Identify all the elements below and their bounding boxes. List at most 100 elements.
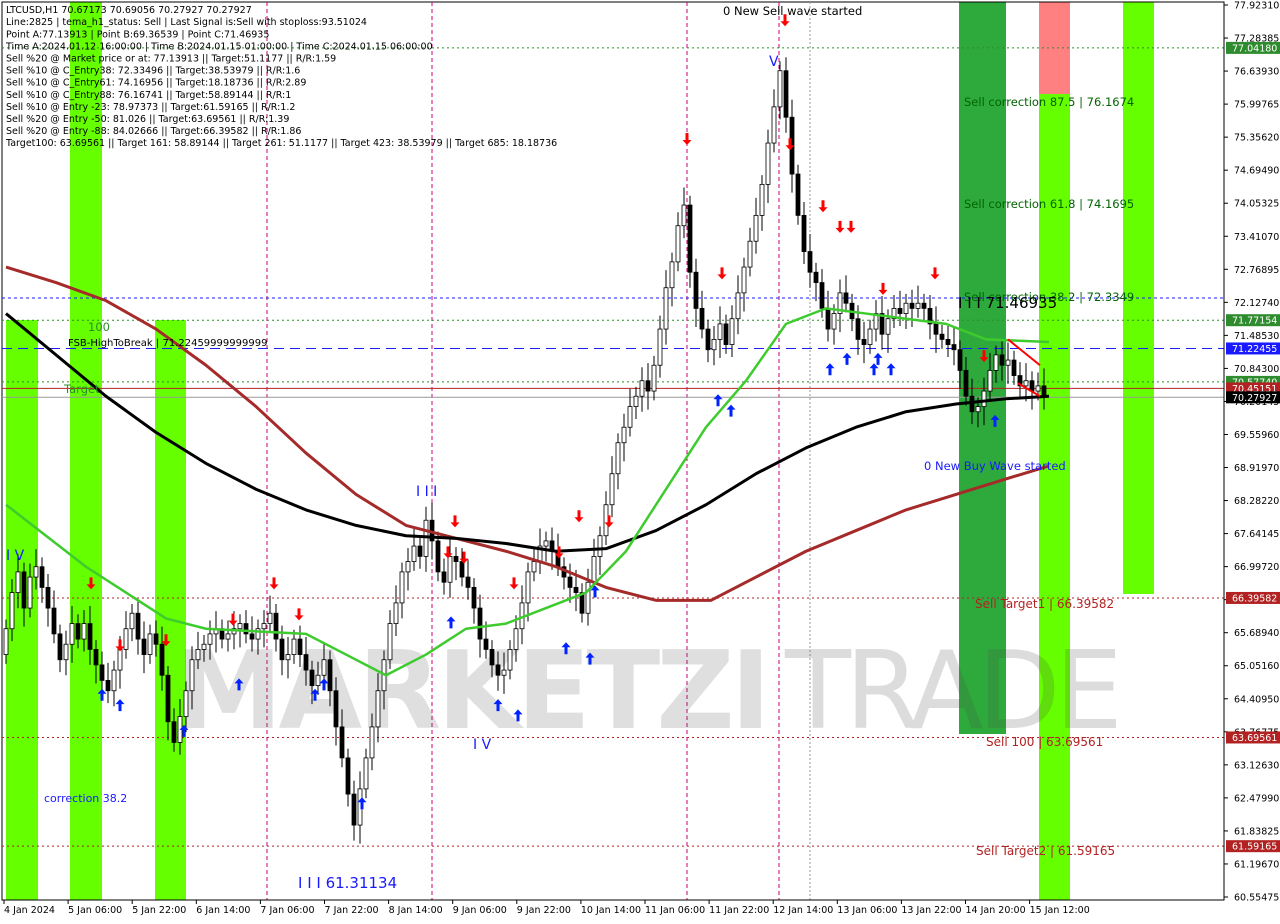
candle-body — [669, 261, 675, 289]
candle-body — [351, 793, 357, 826]
green-zone-3 — [155, 320, 186, 900]
x-tick-label: 12 Jan 14:00 — [773, 905, 833, 916]
sell-arrow-10 — [509, 577, 519, 590]
price-badge-label: 71.77154 — [1232, 316, 1277, 327]
y-tick-label: 77.92310 — [1234, 1, 1279, 12]
price-badge-label: 71.22455 — [1232, 344, 1277, 355]
candle-body — [315, 674, 321, 686]
y-tick-label: 72.76895 — [1234, 265, 1279, 276]
candle-body — [861, 338, 867, 345]
info-line-1: Line:2825 | tema_h1_status: Sell | Last … — [6, 17, 367, 28]
candle-body — [111, 669, 117, 692]
candle-body — [51, 607, 57, 635]
candle-body — [225, 633, 231, 640]
candle-body — [1011, 359, 1017, 376]
y-tick-label: 76.63930 — [1234, 67, 1279, 78]
y-tick-label: 75.35620 — [1234, 133, 1279, 144]
y-tick-label: 65.05160 — [1234, 661, 1279, 672]
y-tick-label: 73.41070 — [1234, 232, 1279, 243]
candle-body — [261, 623, 267, 630]
candle-body — [675, 225, 681, 263]
green-zone-5 — [1039, 2, 1070, 900]
wave-iii-mid-label: I I I — [416, 484, 437, 500]
watermark-left: MARKETZI — [175, 629, 767, 754]
candle-body — [1023, 380, 1029, 387]
candle-body — [465, 576, 471, 588]
y-tick-label: 69.55960 — [1234, 430, 1279, 441]
info-line-11: Target100: 63.69561 || Target 161: 58.89… — [5, 138, 557, 149]
candle-body — [39, 566, 45, 588]
candle-body — [339, 726, 345, 759]
candle-body — [33, 566, 39, 578]
candle-body — [939, 333, 945, 340]
price-badge-label: 61.59165 — [1232, 842, 1277, 853]
price-badge-label: 77.04180 — [1232, 43, 1277, 54]
candle-body — [867, 328, 873, 345]
sell-corr-618-label: Sell correction 61.8 | 74.1695 — [964, 197, 1134, 211]
wave-iv-mid-label: I V — [473, 737, 492, 753]
sell-arrow-18 — [835, 220, 845, 233]
price-chart[interactable]: MARKETZI TRADE 0 New Sell wave started 0… — [0, 0, 1280, 920]
sell-100-label: Sell 100 | 63.69561 — [986, 735, 1103, 749]
candle-body — [195, 649, 201, 661]
x-tick-label: 5 Jan 06:00 — [68, 905, 122, 916]
new-buy-wave-label: 0 New Buy Wave started — [924, 459, 1066, 473]
candle-body — [651, 364, 657, 392]
candle-body — [591, 556, 597, 583]
buy-arrow-8 — [446, 616, 456, 629]
candle-body — [753, 214, 759, 242]
y-tick-label: 71.48530 — [1234, 331, 1279, 342]
candle-body — [207, 633, 213, 645]
candle-body — [87, 623, 93, 650]
candle-body — [105, 680, 111, 692]
candle-body — [459, 561, 465, 578]
info-line-9: Sell %20 @ Entry -50: 81.026 || Target:6… — [6, 114, 289, 125]
candle-body — [963, 369, 969, 397]
y-tick-label: 68.28220 — [1234, 496, 1279, 507]
candle-body — [303, 654, 309, 671]
candle-body — [597, 535, 603, 557]
x-tick-label: 4 Jan 2024 — [4, 905, 55, 916]
candle-body — [399, 571, 405, 604]
candle-body — [159, 643, 165, 676]
candle-body — [501, 669, 507, 676]
candle-body — [285, 654, 291, 661]
candle-body — [585, 581, 591, 614]
candle-body — [933, 323, 939, 335]
x-tick-label: 7 Jan 22:00 — [325, 905, 379, 916]
candle-body — [831, 313, 837, 330]
candle-body — [435, 540, 441, 573]
info-line-10: Sell %20 @ Entry -88: 84.02666 || Target… — [6, 126, 301, 137]
candle-body — [387, 623, 393, 661]
buy-arrow-17 — [842, 352, 852, 365]
candle-body — [627, 406, 633, 428]
y-tick-label: 75.99765 — [1234, 100, 1279, 111]
x-tick-label: 7 Jan 06:00 — [260, 905, 314, 916]
buy-arrow-18 — [869, 363, 879, 376]
candle-body — [735, 292, 741, 320]
candle-body — [567, 576, 573, 588]
y-tick-label: 66.99720 — [1234, 562, 1279, 573]
candle-body — [15, 571, 21, 593]
candle-body — [897, 307, 903, 314]
sell-arrow-5 — [269, 577, 279, 590]
y-tick-label: 61.83825 — [1234, 826, 1279, 837]
x-tick-label: 14 Jan 20:00 — [966, 905, 1026, 916]
candle-body — [663, 287, 669, 330]
candle-body — [747, 240, 753, 268]
candle-body — [165, 674, 171, 723]
candle-body — [441, 571, 447, 583]
sell-arrow-21 — [930, 267, 940, 280]
candle-body — [453, 556, 459, 562]
candle-body — [741, 266, 747, 294]
candle-body — [117, 649, 123, 671]
candle-body — [903, 302, 909, 314]
candle-body — [369, 726, 375, 759]
sell-target2-label: Sell Target2 | 61.59165 — [976, 844, 1115, 858]
y-tick-label: 64.40950 — [1234, 694, 1279, 705]
candle-body — [267, 612, 273, 624]
x-tick-label: 9 Jan 22:00 — [517, 905, 571, 916]
price-badge-label: 66.39582 — [1232, 593, 1277, 604]
sell-arrow-14 — [682, 133, 692, 146]
candle-body — [957, 349, 963, 371]
